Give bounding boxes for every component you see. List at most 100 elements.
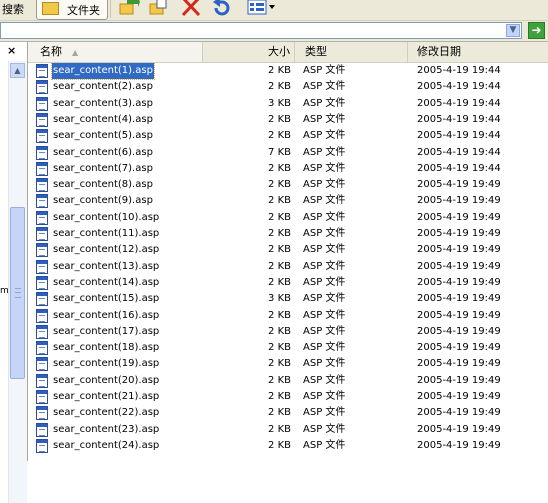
asp-file-icon <box>36 97 48 111</box>
file-date: 2005-4-19 19:44 <box>417 163 501 174</box>
file-date: 2005-4-19 19:49 <box>417 261 501 272</box>
asp-file-icon <box>36 423 48 437</box>
file-type: ASP 文件 <box>303 424 346 435</box>
file-row[interactable]: sear_content(1).asp 2 KB ASP 文件 2005-4-19 1… <box>28 63 548 80</box>
file-name: sear_content(17).asp <box>53 326 160 337</box>
column-header-date[interactable]: 修改日期 <box>408 42 548 62</box>
file-date: 2005-4-19 19:49 <box>417 424 501 435</box>
file-row[interactable]: sear_content(12).asp 2 KB ASP 文件 2005-4-19 … <box>28 242 548 258</box>
file-name: sear_content(24).asp <box>53 440 160 451</box>
asp-file-icon <box>36 243 48 257</box>
file-size: 2 KB <box>268 358 291 369</box>
sort-ascending-icon: ▲ <box>72 48 79 57</box>
file-size: 2 KB <box>268 440 291 451</box>
file-name: sear_content(4).asp <box>53 114 153 125</box>
file-row[interactable]: sear_content(9).asp 2 KB ASP 文件 2005-4-19 1… <box>28 193 548 209</box>
folders-button[interactable]: 文件夹 <box>36 0 108 20</box>
folder-pane-scrollbar[interactable]: ▲ <box>8 61 27 503</box>
views-icon[interactable] <box>246 0 276 18</box>
file-type: ASP 文件 <box>303 277 346 288</box>
delete-icon[interactable] <box>180 0 202 18</box>
column-header-row: 名称 ▲ 大小 类型 修改日期 <box>28 42 548 63</box>
file-row[interactable]: sear_content(22).asp 2 KB ASP 文件 2005-4-19 … <box>28 405 548 421</box>
file-date: 2005-4-19 19:49 <box>417 244 501 255</box>
file-date: 2005-4-19 19:44 <box>417 147 501 158</box>
chevron-down-icon[interactable]: ▼ <box>506 24 520 37</box>
address-input[interactable]: ▼ <box>0 22 522 39</box>
file-size: 2 KB <box>268 163 291 174</box>
file-row[interactable]: sear_content(19).asp 2 KB ASP 文件 2005-4-19 … <box>28 356 548 372</box>
file-size: 2 KB <box>268 179 291 190</box>
file-name: sear_content(2).asp <box>53 81 153 92</box>
file-type: ASP 文件 <box>303 310 346 321</box>
file-row[interactable]: sear_content(18).asp 2 KB ASP 文件 2005-4-19 … <box>28 340 548 356</box>
file-type: ASP 文件 <box>303 130 346 141</box>
file-name: sear_content(12).asp <box>53 244 160 255</box>
file-row[interactable]: sear_content(13).asp 2 KB ASP 文件 2005-4-19 … <box>28 259 548 275</box>
file-size: 2 KB <box>268 342 291 353</box>
file-date: 2005-4-19 19:49 <box>417 440 501 451</box>
file-row[interactable]: sear_content(6).asp 7 KB ASP 文件 2005-4-19 1… <box>28 145 548 161</box>
file-row[interactable]: sear_content(16).asp 2 KB ASP 文件 2005-4-19 … <box>28 308 548 324</box>
file-row[interactable]: sear_content(23).asp 2 KB ASP 文件 2005-4-19 … <box>28 422 548 438</box>
file-row[interactable]: sear_content(17).asp 2 KB ASP 文件 2005-4-19 … <box>28 324 548 340</box>
move-to-icon[interactable] <box>118 0 140 18</box>
asp-file-icon <box>36 113 48 127</box>
file-size: 2 KB <box>268 212 291 223</box>
file-date: 2005-4-19 19:49 <box>417 228 501 239</box>
file-row[interactable]: sear_content(10).asp 2 KB ASP 文件 2005-4-19 … <box>28 210 548 226</box>
file-row[interactable]: sear_content(8).asp 2 KB ASP 文件 2005-4-19 1… <box>28 177 548 193</box>
asp-file-icon <box>36 64 48 78</box>
file-type: ASP 文件 <box>303 65 346 76</box>
file-type: ASP 文件 <box>303 228 346 239</box>
file-size: 2 KB <box>268 391 291 402</box>
asp-file-icon <box>36 390 48 404</box>
file-name: sear_content(11).asp <box>53 228 160 239</box>
file-row[interactable]: sear_content(21).asp 2 KB ASP 文件 2005-4-19 … <box>28 389 548 405</box>
search-button-label[interactable]: 搜索 <box>2 1 24 17</box>
file-name: sear_content(8).asp <box>53 179 153 190</box>
file-row[interactable]: sear_content(14).asp 2 KB ASP 文件 2005-4-19 … <box>28 275 548 291</box>
file-size: 2 KB <box>268 424 291 435</box>
address-bar: ▼ ➜ <box>0 21 548 42</box>
file-row[interactable]: sear_content(7).asp 2 KB ASP 文件 2005-4-19 1… <box>28 161 548 177</box>
file-row[interactable]: sear_content(24).asp 2 KB ASP 文件 2005-4-19 … <box>28 438 548 454</box>
asp-file-icon <box>36 325 48 339</box>
file-name: sear_content(13).asp <box>53 261 160 272</box>
file-name: sear_content(5).asp <box>53 130 153 141</box>
file-date: 2005-4-19 19:49 <box>417 407 501 418</box>
file-row[interactable]: sear_content(4).asp 2 KB ASP 文件 2005-4-19 1… <box>28 112 548 128</box>
asp-file-icon <box>36 129 48 143</box>
file-date: 2005-4-19 19:49 <box>417 179 501 190</box>
file-name: sear_content(22).asp <box>53 407 160 418</box>
file-date: 2005-4-19 19:49 <box>417 391 501 402</box>
scroll-up-icon[interactable]: ▲ <box>10 63 25 78</box>
file-row[interactable]: sear_content(11).asp 2 KB ASP 文件 2005-4-19 … <box>28 226 548 242</box>
folders-button-label: 文件夹 <box>67 4 100 17</box>
file-size: 2 KB <box>268 375 291 386</box>
column-header-size[interactable]: 大小 <box>203 42 295 62</box>
close-icon[interactable]: × <box>7 44 16 57</box>
go-arrow-icon[interactable]: ➜ <box>528 22 545 39</box>
file-type: ASP 文件 <box>303 81 346 92</box>
file-size: 2 KB <box>268 310 291 321</box>
column-header-type[interactable]: 类型 <box>295 42 408 62</box>
file-row[interactable]: sear_content(5).asp 2 KB ASP 文件 2005-4-19 1… <box>28 128 548 144</box>
file-row[interactable]: sear_content(3).asp 3 KB ASP 文件 2005-4-19 1… <box>28 96 548 112</box>
asp-file-icon <box>36 227 48 241</box>
scrollbar-thumb[interactable] <box>10 207 25 379</box>
file-date: 2005-4-19 19:49 <box>417 358 501 369</box>
file-row[interactable]: sear_content(15).asp 3 KB ASP 文件 2005-4-19 … <box>28 291 548 307</box>
file-size: 3 KB <box>268 293 291 304</box>
file-row[interactable]: sear_content(2).asp 2 KB ASP 文件 2005-4-19 1… <box>28 79 548 95</box>
copy-to-icon[interactable] <box>148 0 170 18</box>
asp-file-icon <box>36 357 48 371</box>
file-type: ASP 文件 <box>303 195 346 206</box>
undo-icon[interactable] <box>211 0 233 18</box>
column-header-name[interactable]: 名称 ▲ <box>28 42 203 62</box>
file-type: ASP 文件 <box>303 98 346 109</box>
file-date: 2005-4-19 19:49 <box>417 375 501 386</box>
file-type: ASP 文件 <box>303 407 346 418</box>
asp-file-icon <box>36 292 48 306</box>
file-row[interactable]: sear_content(20).asp 2 KB ASP 文件 2005-4-19 … <box>28 373 548 389</box>
